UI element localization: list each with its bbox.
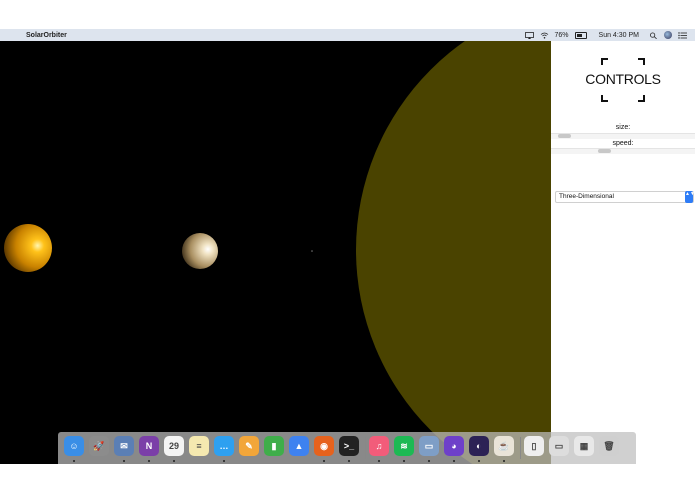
solar-system-canvas[interactable] [0,41,551,464]
running-indicator [428,460,430,462]
running-indicator [123,460,125,462]
calendar-icon[interactable]: 29 [164,436,184,456]
planet-orange [4,224,52,272]
select-arrows-icon[interactable]: ▲▼ [685,191,695,203]
running-indicator [73,460,75,462]
onenote-icon[interactable]: N [139,436,159,456]
size-slider[interactable] [551,133,695,139]
view-mode-value: Three-Dimensional [559,193,614,200]
wifi-icon[interactable] [540,32,549,39]
menu-bar: SolarOrbiter 76% Sun 4:30 PM [0,29,695,41]
status-area: 76% Sun 4:30 PM [524,29,687,41]
planet-beige [182,233,218,269]
running-indicator [453,460,455,462]
scene-svg [4,41,551,464]
speed-label: speed: [612,140,634,147]
running-indicator [478,460,480,462]
size-slider-thumb[interactable] [558,134,571,138]
document-icon[interactable]: ▯ [524,436,544,456]
dock-separator [365,437,366,459]
running-indicator [323,460,325,462]
firefox-icon[interactable]: ◉ [314,436,334,456]
running-indicator [403,460,405,462]
speed-slider[interactable] [551,148,695,154]
notes-icon[interactable]: ≡ [189,436,209,456]
eclipse-icon[interactable]: ◐ [469,436,489,456]
logo-corner-tl [601,58,608,65]
spotlight-search-icon[interactable] [649,31,658,39]
notification-center-icon[interactable] [678,31,687,39]
dock: ☺ 🚀 ✉ N 29 ≡… ✎ ▮ ▲ ◉ >_ ♫ ≋ ▭ ◕ ◐ ☕ ▯ ▭ ▦ 🗑 [58,432,636,464]
trash-icon[interactable]: 🗑 [599,436,619,456]
finder-icon[interactable]: ☺ [64,436,84,456]
running-indicator [503,460,505,462]
battery-icon[interactable] [574,31,587,39]
controls-logo-text: CONTROLS [585,71,661,87]
running-indicator [173,460,175,462]
logo-corner-bl [601,95,608,102]
preview-icon[interactable]: ▭ [419,436,439,456]
logo-corner-tr [638,58,645,65]
speed-slider-thumb[interactable] [598,149,611,153]
github-icon[interactable]: ◕ [444,436,464,456]
dock-separator [520,437,521,459]
battery-percent: 76% [554,31,569,39]
view-mode-select[interactable]: Three-Dimensional ▲▼ [555,191,695,203]
running-indicator [223,460,225,462]
messages-icon[interactable]: … [214,436,234,456]
screenshot-file-icon[interactable]: ▦ [574,436,594,456]
app-menu-name[interactable]: SolarOrbiter [26,32,67,39]
controls-panel: CONTROLS size: speed: [551,41,695,464]
airplay-icon[interactable] [524,31,534,39]
menubar-clock[interactable]: Sun 4:30 PM [599,32,639,39]
keynote-icon[interactable]: ▲ [289,436,309,456]
window-thumbnail-icon[interactable]: ▭ [549,436,569,456]
running-indicator [348,460,350,462]
planet-tiny [311,250,313,252]
java-icon[interactable]: ☕ [494,436,514,456]
running-indicator [378,460,380,462]
numbers-icon[interactable]: ▮ [264,436,284,456]
pages-icon[interactable]: ✎ [239,436,259,456]
spotify-icon[interactable]: ≋ [394,436,414,456]
size-label: size: [615,124,631,131]
terminal-icon[interactable]: >_ [339,436,359,456]
itunes-icon[interactable]: ♫ [369,436,389,456]
logo-corner-br [638,95,645,102]
siri-icon[interactable] [664,31,672,39]
running-indicator [148,460,150,462]
launchpad-icon[interactable]: 🚀 [89,436,109,456]
mail-stamp-icon[interactable]: ✉ [114,436,134,456]
sun [356,41,551,464]
